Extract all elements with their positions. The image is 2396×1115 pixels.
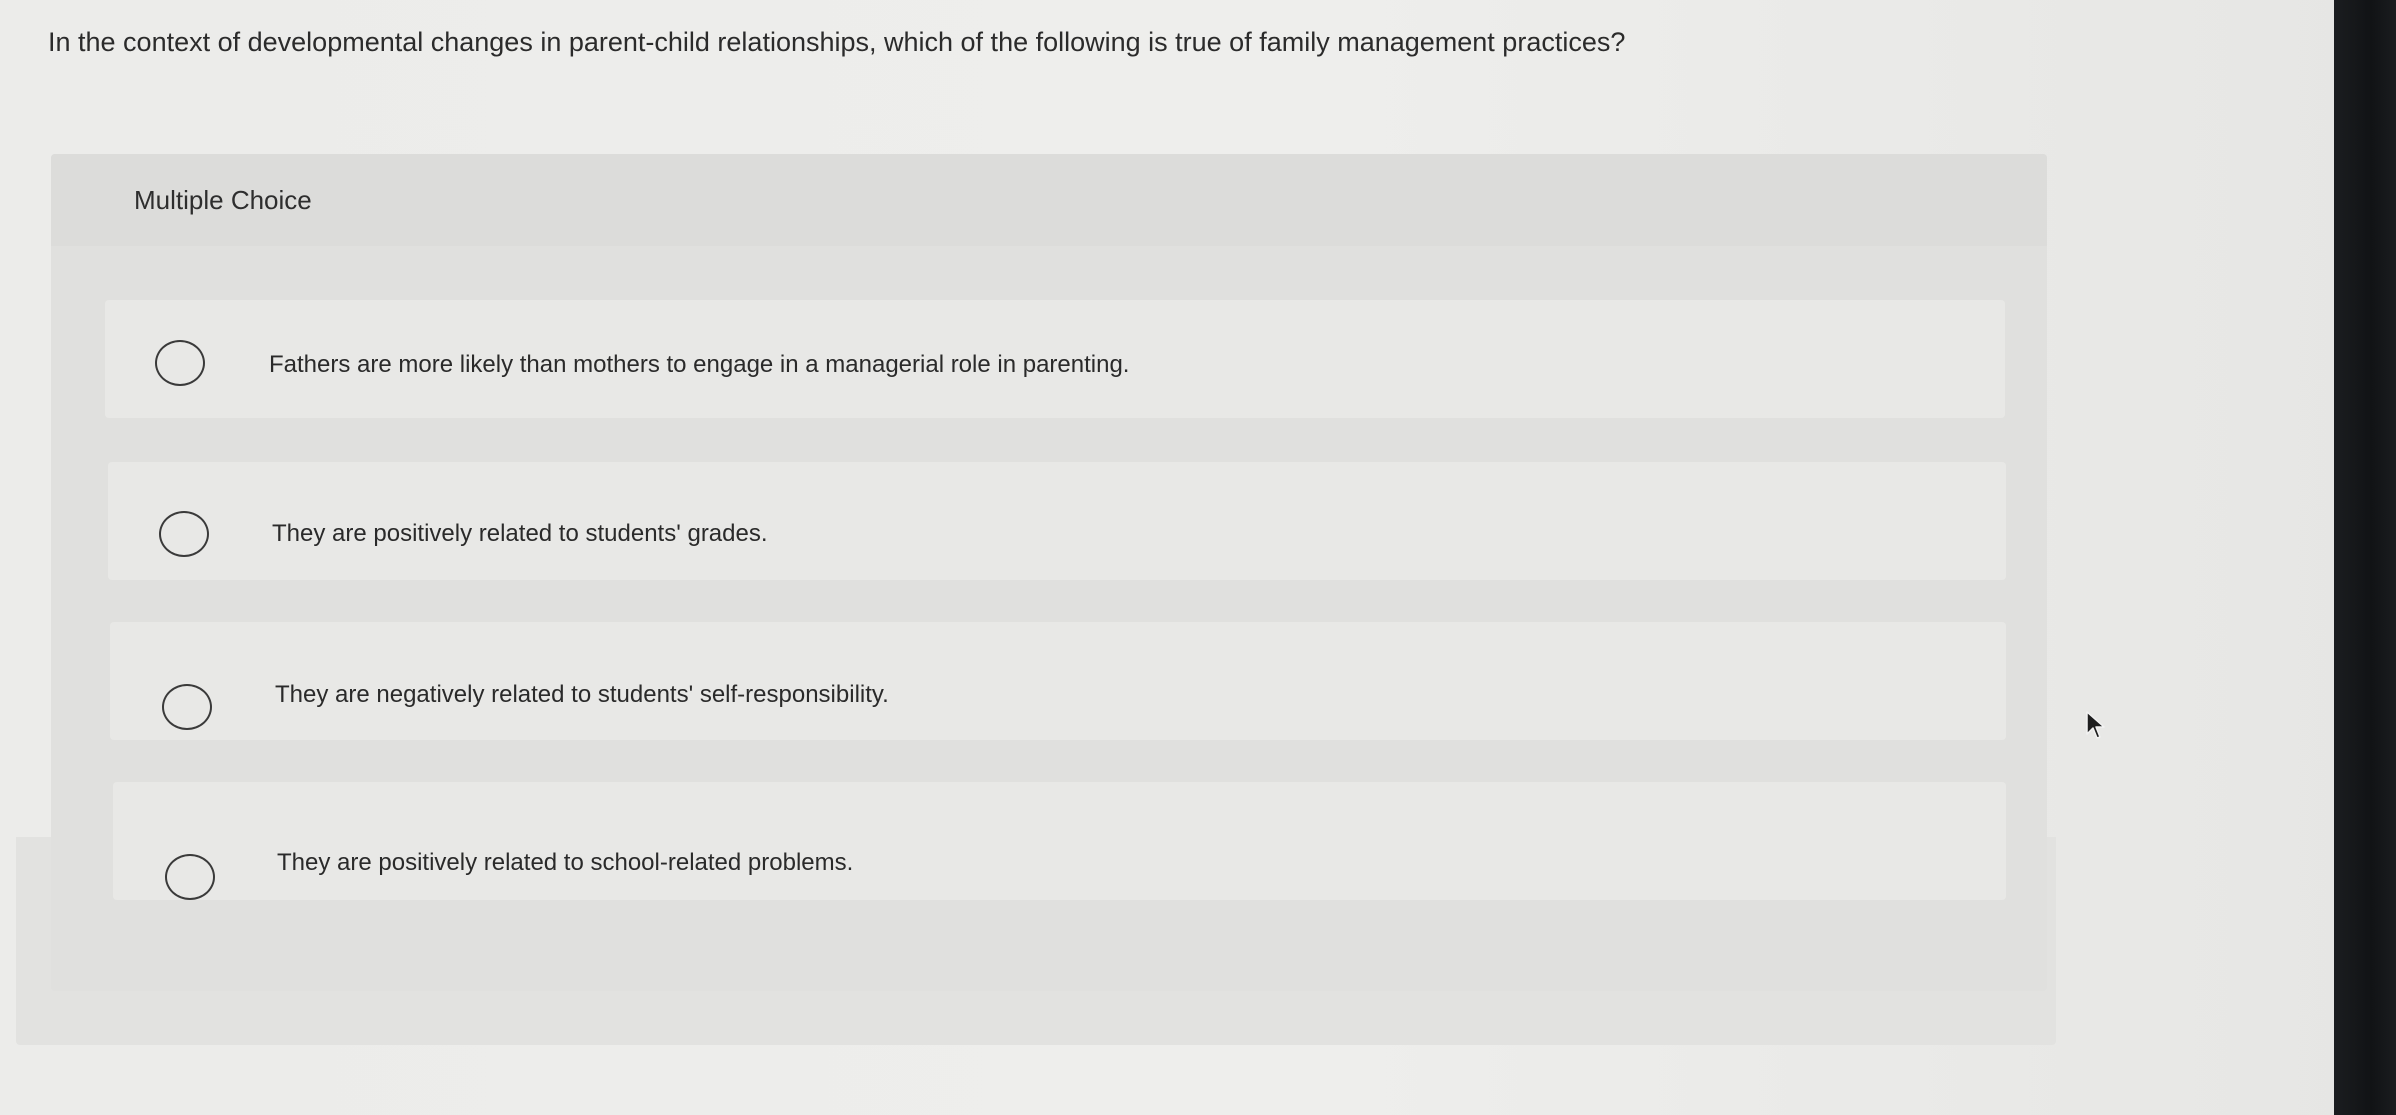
panel-title: Multiple Choice: [134, 185, 312, 215]
radio-circle-icon[interactable]: [162, 684, 212, 730]
question-text: In the context of developmental changes …: [48, 27, 1626, 57]
answer-option-label: They are positively related to students'…: [272, 520, 768, 547]
radio-circle-icon[interactable]: [159, 511, 209, 557]
panel-header: Multiple Choice: [51, 154, 2047, 246]
answer-option-4[interactable]: They are positively related to school-re…: [113, 782, 2006, 900]
answer-option-label: Fathers are more likely than mothers to …: [269, 351, 1130, 378]
answer-option-label: They are negatively related to students'…: [275, 681, 889, 708]
answer-option-1[interactable]: Fathers are more likely than mothers to …: [105, 300, 2005, 418]
answer-option-3[interactable]: They are negatively related to students'…: [110, 622, 2006, 740]
mouse-pointer-icon: [2086, 711, 2105, 739]
answer-option-2[interactable]: They are positively related to students'…: [108, 462, 2006, 580]
answer-option-label: They are positively related to school-re…: [277, 849, 854, 876]
radio-circle-icon[interactable]: [165, 854, 215, 900]
quiz-screen: In the context of developmental changes …: [0, 0, 2396, 1115]
radio-circle-icon[interactable]: [155, 340, 205, 386]
monitor-bezel: [2334, 0, 2396, 1115]
